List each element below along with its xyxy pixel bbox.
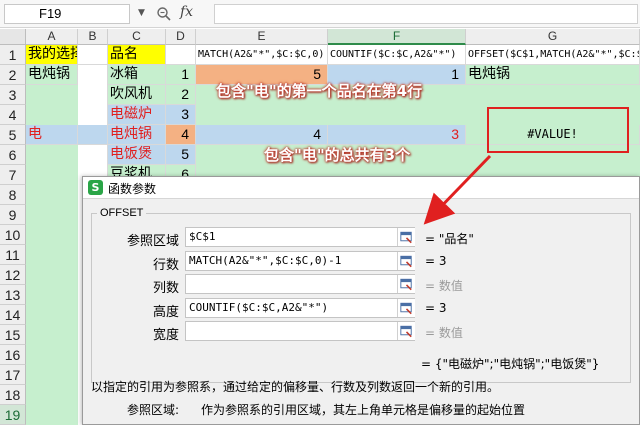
column-header-b[interactable]: B <box>78 29 108 45</box>
row-header[interactable]: 19 <box>0 405 26 425</box>
arg-label-cols: 列数 <box>152 281 179 296</box>
arg-result-cols: = 数值 <box>425 279 463 293</box>
range-select-icon[interactable] <box>397 275 415 293</box>
row-header[interactable]: 1 <box>0 45 26 65</box>
arg-input-rows[interactable]: MATCH(A2&"*",$C:$C,0)-1 <box>185 251 415 271</box>
column-header-e[interactable]: E <box>196 29 328 45</box>
row-header[interactable]: 6 <box>0 145 26 165</box>
arg-input-cols[interactable] <box>185 274 415 294</box>
cell-d4[interactable]: 3 <box>166 105 196 125</box>
cell-d2[interactable]: 1 <box>166 65 196 85</box>
cell-c4[interactable]: 电磁炉 <box>108 105 166 125</box>
select-all-corner[interactable] <box>0 29 26 45</box>
cell-d6[interactable]: 5 <box>166 145 196 165</box>
arg-input-reference[interactable]: $C$1 <box>185 227 415 247</box>
name-box[interactable]: F19 <box>4 4 130 24</box>
cell-a2[interactable]: 电炖锅 <box>26 65 78 85</box>
arg-result-reference: = "品名" <box>425 232 474 246</box>
arg-result-rows: = 3 <box>425 254 447 268</box>
formula-input[interactable] <box>214 4 638 24</box>
highlight-box <box>487 107 629 153</box>
zoom-icon[interactable] <box>156 6 172 22</box>
range-select-icon[interactable] <box>397 228 415 246</box>
cell-c6[interactable]: 电饭煲 <box>108 145 166 165</box>
row-header[interactable]: 10 <box>0 225 26 245</box>
row-header[interactable]: 12 <box>0 265 26 285</box>
range-select-icon[interactable] <box>397 299 415 317</box>
function-description: 以指定的引用为参照系，通过给定的偏移量、行数及列数返回一个新的引用。 <box>91 380 500 394</box>
cell-g2[interactable]: 电炖锅 <box>466 65 640 85</box>
row-header[interactable]: 8 <box>0 185 26 205</box>
row-header[interactable]: 18 <box>0 385 26 405</box>
range-select-icon[interactable] <box>397 252 415 270</box>
row-header[interactable]: 7 <box>0 165 26 185</box>
arg-result-width: = 数值 <box>425 326 463 340</box>
cell-c1[interactable]: 品名 <box>108 45 166 65</box>
cell-d5[interactable]: 4 <box>166 125 196 145</box>
row-header[interactable]: 3 <box>0 85 26 105</box>
annotation-total-count: 包含"电"的总共有3个 <box>264 146 411 164</box>
annotation-first-position: 包含"电"的第一个品名在第4行 <box>216 82 423 100</box>
dialog-title: 函数参数 <box>108 182 157 196</box>
cell-c5[interactable]: 电炖锅 <box>108 125 166 145</box>
arg-label-rows: 行数 <box>152 258 179 273</box>
cell-d1[interactable] <box>166 45 196 65</box>
row-header[interactable]: 16 <box>0 345 26 365</box>
row-header[interactable]: 4 <box>0 105 26 125</box>
param-description: 作为参照系的引用区域，其左上角单元格是偏移量的起始位置 <box>201 403 526 417</box>
arg-label-height: 高度 <box>152 305 179 320</box>
chevron-down-icon[interactable]: ▼ <box>138 8 145 18</box>
row-header[interactable]: 13 <box>0 285 26 305</box>
row-header[interactable]: 11 <box>0 245 26 265</box>
row-header[interactable]: 17 <box>0 365 26 385</box>
arg-input-height[interactable]: COUNTIF($C:$C,A2&"*") <box>185 298 415 318</box>
arg-label-reference: 参照区域 <box>126 234 179 249</box>
wps-logo-icon: S <box>88 180 103 195</box>
row-header[interactable]: 5 <box>0 125 26 145</box>
column-header-d[interactable]: D <box>166 29 196 45</box>
cell-e5[interactable]: 4 <box>196 125 328 145</box>
cell-c3[interactable]: 吹风机 <box>108 85 166 105</box>
cell-a1[interactable]: 我的选择 <box>26 45 78 65</box>
row-header[interactable]: 15 <box>0 325 26 345</box>
cell-e1[interactable]: MATCH(A2&"*",$C:$C,0) <box>196 45 328 65</box>
column-header-c[interactable]: C <box>108 29 166 45</box>
function-name: OFFSET <box>97 207 147 219</box>
cell-b5[interactable] <box>78 125 108 145</box>
arg-input-width[interactable] <box>185 321 415 341</box>
formula-result: = {"电磁炉";"电炖锅";"电饭煲"} <box>421 357 600 371</box>
arg-result-height: = 3 <box>425 301 447 315</box>
cell-g1[interactable]: OFFSET($C$1,MATCH(A2&"*",$C:$ <box>466 45 640 65</box>
row-header[interactable]: 14 <box>0 305 26 325</box>
function-arguments-dialog: S 函数参数 OFFSET 参照区域 $C$1 = "品名" 行数 MATCH(… <box>82 176 640 425</box>
column-a-fill <box>26 65 78 425</box>
dialog-titlebar[interactable]: S 函数参数 <box>83 177 639 199</box>
fx-icon[interactable]: fx <box>180 4 193 20</box>
arg-label-width: 宽度 <box>152 328 179 343</box>
range-select-icon[interactable] <box>397 322 415 340</box>
formula-bar: F19 ▼ fx <box>0 0 640 28</box>
column-header-g[interactable]: G <box>466 29 640 45</box>
cell-a5[interactable]: 电 <box>26 125 78 145</box>
param-label: 参照区域: <box>127 403 180 417</box>
column-header-a[interactable]: A <box>26 29 78 45</box>
row-header[interactable]: 2 <box>0 65 26 85</box>
cell-d3[interactable]: 2 <box>166 85 196 105</box>
row-header[interactable]: 9 <box>0 205 26 225</box>
cell-f5[interactable]: 3 <box>328 125 466 145</box>
cell-f1[interactable]: COUNTIF($C:$C,A2&"*") <box>328 45 466 65</box>
cell-b1[interactable] <box>78 45 108 65</box>
cell-c2[interactable]: 冰箱 <box>108 65 166 85</box>
column-header-f[interactable]: F <box>328 29 466 45</box>
